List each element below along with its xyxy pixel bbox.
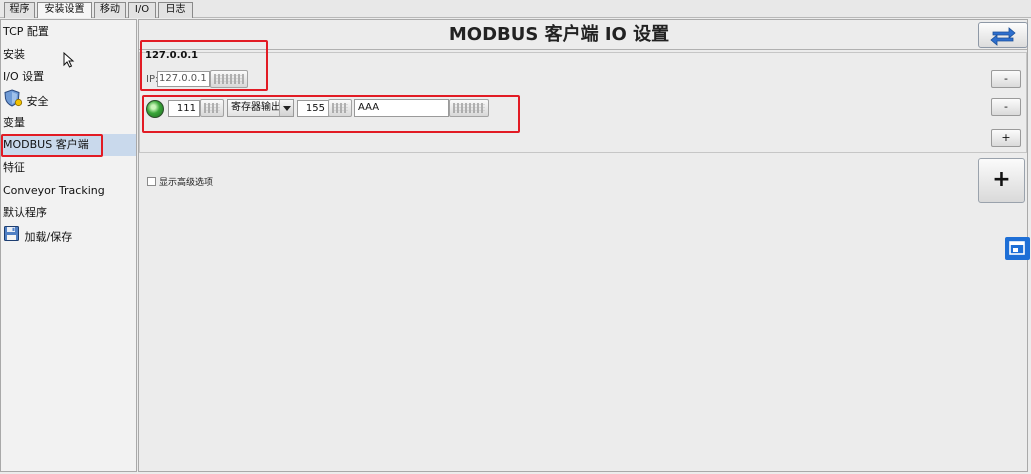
sidebar-item-label: 特征 (3, 161, 25, 174)
sidebar-item-features[interactable]: 特征 (1, 157, 136, 179)
server-ip-input[interactable]: 127.0.0.1 (157, 71, 210, 87)
sidebar-item-label: 安全 (26, 95, 49, 108)
keyboard-icon (453, 103, 485, 113)
add-server-button[interactable]: + (978, 158, 1025, 203)
keyboard-icon (332, 103, 348, 113)
floppy-disk-icon (3, 225, 21, 250)
signal-status-led-icon (146, 100, 164, 118)
sidebar-item-safety[interactable]: 安全 (1, 89, 136, 111)
signal-address-input[interactable]: 111 (168, 100, 200, 117)
sidebar-item-label: MODBUS 客户端 (3, 138, 89, 151)
ip-keyboard-button[interactable] (210, 70, 248, 88)
sidebar-item-variables[interactable]: 变量 (1, 112, 136, 134)
sidebar-item-label: 加载/保存 (24, 230, 73, 244)
sidebar-item-label: I/O 设置 (3, 70, 45, 83)
app-window: 程序 安装设置 移动 I/O 日志 TCP 配置 安装 I/O 设置 安全 变量… (0, 0, 1031, 474)
mouse-cursor-icon (63, 51, 75, 72)
address-keyboard-button[interactable] (200, 99, 224, 117)
signal-value-input[interactable]: 155 (297, 100, 329, 117)
tab-io[interactable]: I/O (128, 2, 156, 18)
signal-type-select[interactable]: 寄存器输出 (227, 99, 294, 117)
keyboard-icon (214, 74, 244, 84)
title-divider (139, 49, 1027, 50)
show-advanced-label: 显示高级选项 (159, 178, 214, 188)
edge-screenshot-widget[interactable] (1005, 237, 1030, 260)
signal-type-value: 寄存器输出 (231, 102, 281, 113)
value-keyboard-button[interactable] (328, 99, 352, 117)
sidebar-item-conveyor-tracking[interactable]: Conveyor Tracking (1, 180, 136, 202)
chevron-down-icon (279, 100, 293, 116)
remove-signal-button[interactable]: - (991, 98, 1021, 116)
remove-server-button[interactable]: - (991, 70, 1021, 88)
page-title: MODBUS 客户端 IO 设置 (448, 24, 670, 45)
add-signal-button[interactable]: + (991, 129, 1021, 147)
show-advanced-checkbox[interactable] (147, 177, 156, 186)
sidebar-item-label: 默认程序 (3, 206, 47, 219)
name-keyboard-button[interactable] (449, 99, 489, 117)
tab-program[interactable]: 程序 (4, 2, 35, 18)
sidebar: TCP 配置 安装 I/O 设置 安全 变量 MODBUS 客户端 特征 Con… (0, 19, 137, 472)
sidebar-item-label: 变量 (3, 116, 25, 129)
sidebar-item-label: Conveyor Tracking (3, 184, 105, 197)
tab-log[interactable]: 日志 (158, 2, 193, 18)
tab-move[interactable]: 移动 (94, 2, 126, 18)
server-ip-header: 127.0.0.1 (145, 50, 199, 61)
sidebar-item-modbus-client[interactable]: MODBUS 客户端 (1, 134, 136, 156)
sidebar-item-label: 安装 (3, 48, 25, 61)
window-icon (1005, 241, 1030, 264)
signal-name-input[interactable]: AAA (354, 99, 449, 117)
tab-installation[interactable]: 安装设置 (37, 2, 92, 18)
sidebar-item-load-save[interactable]: 加载/保存 (1, 225, 136, 247)
toggle-view-button[interactable] (978, 22, 1028, 48)
keyboard-icon (204, 103, 220, 113)
sidebar-item-default-program[interactable]: 默认程序 (1, 202, 136, 224)
tab-bar: 程序 安装设置 移动 I/O 日志 (0, 0, 1031, 18)
sidebar-item-label: TCP 配置 (3, 25, 49, 38)
sidebar-item-tcp-config[interactable]: TCP 配置 (1, 21, 136, 43)
main-panel: MODBUS 客户端 IO 设置 127.0.0.1 IP: 127.0.0.1… (138, 19, 1028, 472)
